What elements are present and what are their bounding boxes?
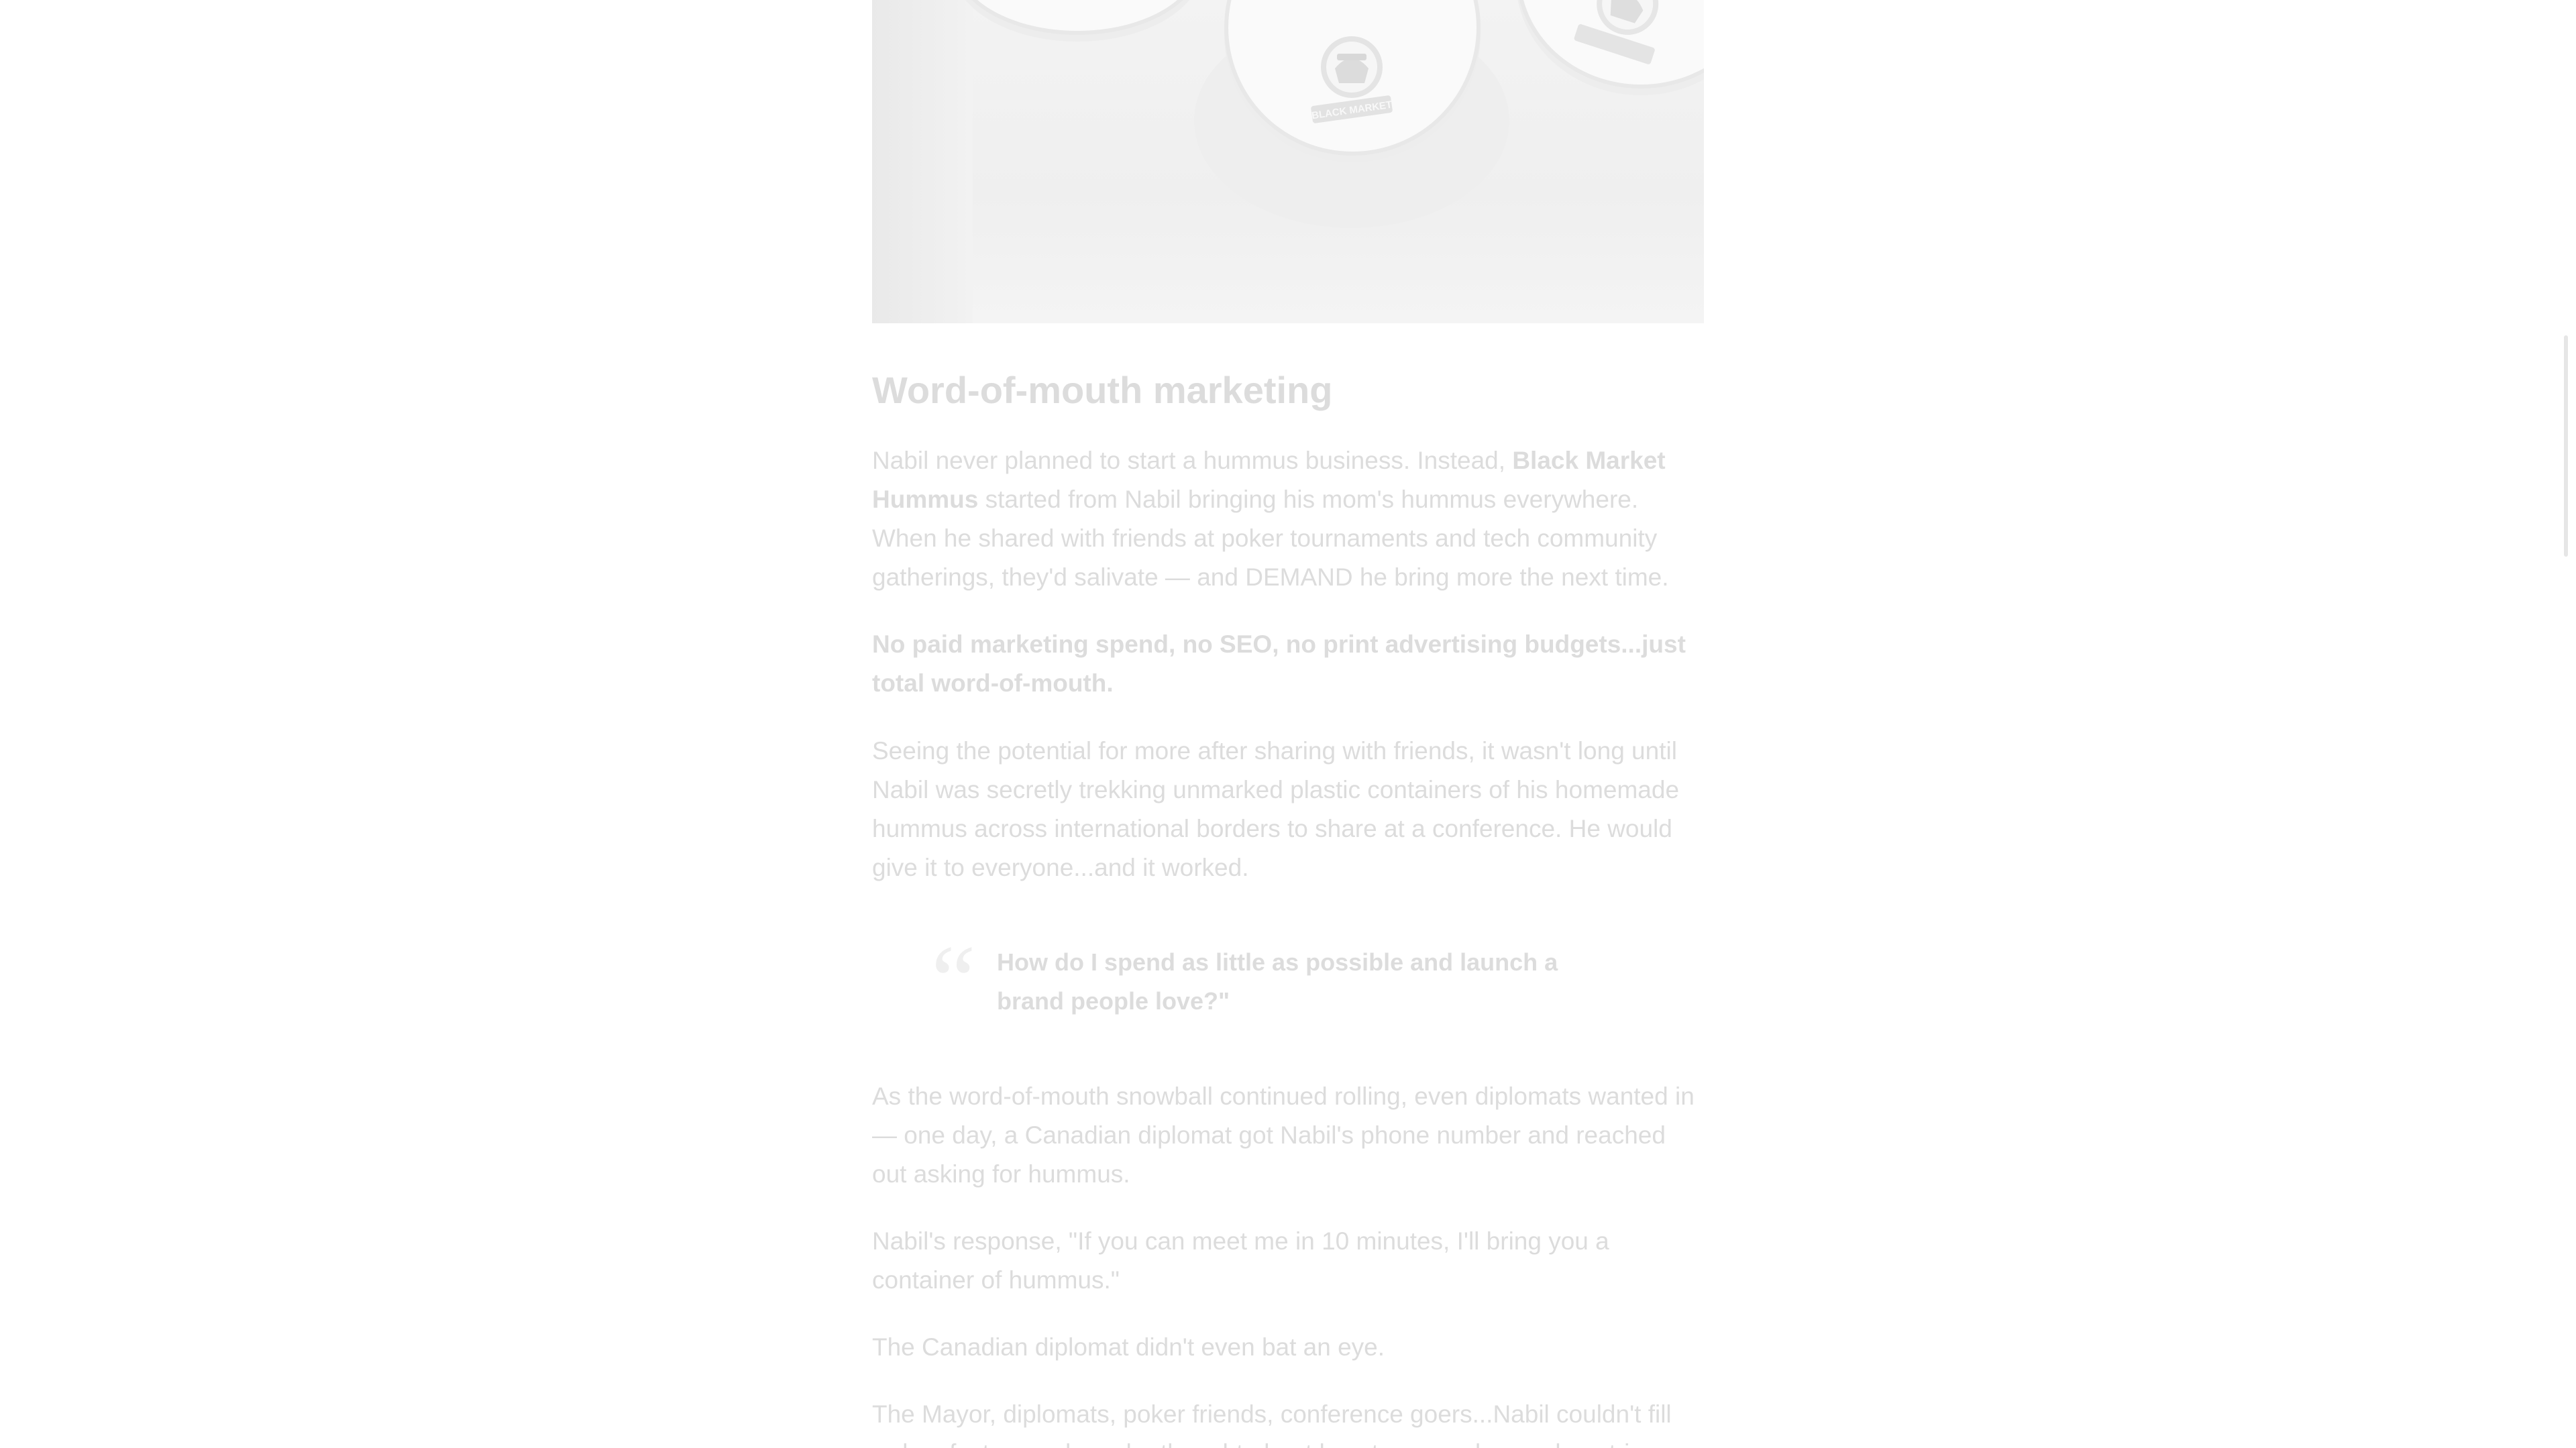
paragraph-reaction: The Canadian diplomat didn't even bat an… (872, 1333, 1385, 1361)
paragraph-text: started from Nabil bringing his mom's hu… (872, 486, 1669, 591)
scrollbar-thumb[interactable] (2564, 335, 2568, 557)
section-title: Word-of-mouth marketing (872, 369, 1333, 411)
paragraph-highlight: No paid marketing spend, no SEO, no prin… (872, 630, 1686, 697)
hero-image: BLACK MARKET (872, 0, 1704, 323)
paragraph-text: Nabil never planned to start a hummus bu… (872, 447, 1513, 474)
paragraph-origin: Nabil never planned to start a hummus bu… (872, 441, 1704, 597)
pull-quote: “ How do I spend as little as possible a… (872, 925, 1560, 1036)
paragraph-diplomat: As the word-of-mouth snowball continued … (872, 1082, 1695, 1188)
paragraph-conference: Seeing the potential for more after shar… (872, 737, 1680, 881)
quote-mark-icon: “ (931, 925, 976, 1036)
black-market-logo: BLACK MARKET (1311, 36, 1393, 123)
article: BLACK MARKET Word-of-mouth marketing Nab… (872, 0, 1704, 1448)
paragraph-response: Nabil's response, "If you can meet me in… (872, 1227, 1609, 1294)
quote-text: How do I spend as little as possible and… (997, 948, 1558, 1015)
paragraph-expansion: The Mayor, diplomats, poker friends, con… (872, 1400, 1672, 1448)
tray-edge (872, 0, 973, 323)
